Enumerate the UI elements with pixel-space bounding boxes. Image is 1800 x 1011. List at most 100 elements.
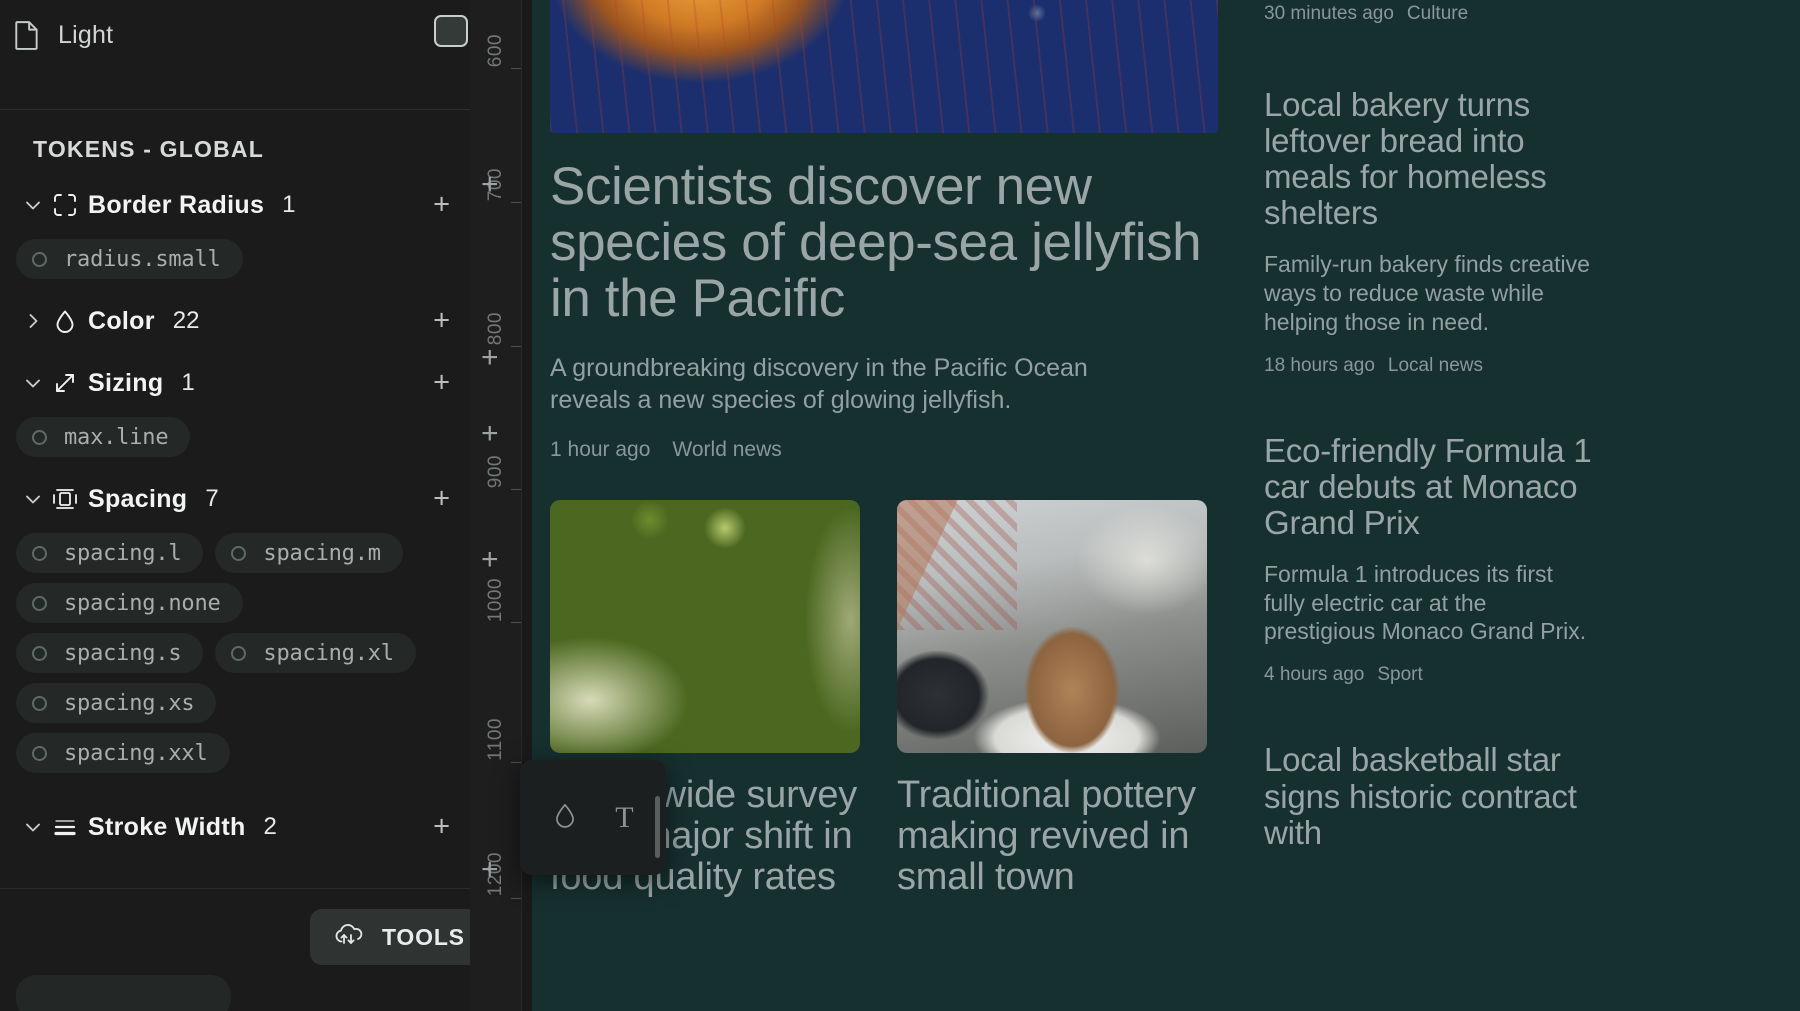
tokens-plugin-panel: Light TOKENS - GLOBAL Border Radius 1 + … xyxy=(0,0,540,1011)
chevron-right-icon[interactable] xyxy=(18,310,48,332)
floating-tool-palette[interactable]: T xyxy=(520,760,666,875)
token-name: radius.small xyxy=(64,246,221,272)
token-group-count: 1 xyxy=(282,191,296,218)
sidebar-category[interactable]: Sport xyxy=(1377,664,1422,686)
border-radius-icon xyxy=(48,192,82,218)
ruler-tick xyxy=(511,68,521,69)
chevron-down-icon[interactable] xyxy=(18,194,48,216)
token-group-header-color[interactable]: Color 22 + xyxy=(0,301,540,341)
token-group-name: Color xyxy=(88,306,155,335)
sidebar-category[interactable]: Culture xyxy=(1407,3,1468,25)
token-dot-icon xyxy=(32,695,47,711)
token-group-stroke-width: Stroke Width 2 + xyxy=(0,807,540,847)
token-group-header-stroke-width[interactable]: Stroke Width 2 + xyxy=(0,807,540,847)
token-chip[interactable]: spacing.xxl xyxy=(16,733,230,773)
token-dot-icon xyxy=(32,429,47,445)
ruler-label: 900 xyxy=(485,455,506,489)
token-group-count: 1 xyxy=(181,369,195,396)
design-canvas[interactable]: Scientists discover new species of deep-… xyxy=(522,0,1800,1011)
app-root: Light TOKENS - GLOBAL Border Radius 1 + … xyxy=(0,0,1800,1011)
cloud-sync-icon xyxy=(332,921,366,954)
color-droplet-icon[interactable] xyxy=(552,801,578,834)
token-dot-icon xyxy=(231,645,247,661)
token-chip[interactable]: max.line xyxy=(16,417,191,457)
token-name: max.line xyxy=(64,424,169,450)
ruler-tick xyxy=(511,202,521,203)
token-chip[interactable]: radius.small xyxy=(16,239,243,279)
lead-meta: 1 hour ago World news xyxy=(550,438,1240,462)
token-chip-list: radius.small xyxy=(0,225,430,279)
sidebar-meta: 30 minutes ago Culture xyxy=(1264,3,1594,25)
jellyfish-hero-image[interactable] xyxy=(550,0,1218,133)
sidebar-headline[interactable]: Local bakery turns leftover bread into m… xyxy=(1264,86,1594,232)
tools-button[interactable]: TOOLS xyxy=(310,909,493,965)
sidebar-meta: 18 hours ago Local news xyxy=(1264,355,1594,377)
sidebar-category[interactable]: Local news xyxy=(1388,355,1483,377)
token-chip-list: spacing.l spacing.m spacing.none spacing… xyxy=(0,519,430,773)
canvas-add-marker[interactable]: + xyxy=(481,545,499,575)
lead-timestamp: 1 hour ago xyxy=(550,437,651,461)
sidebar-summary: Formula 1 introduces its first fully ele… xyxy=(1264,560,1587,645)
token-chip[interactable]: spacing.s xyxy=(16,633,204,673)
palette-scrollbar[interactable] xyxy=(655,796,660,858)
token-group-name: Sizing xyxy=(88,368,164,397)
sidebar-headline[interactable]: Local basketball star signs historic con… xyxy=(1264,742,1594,851)
canvas-add-marker[interactable]: + xyxy=(481,419,499,449)
chevron-down-icon[interactable] xyxy=(18,488,48,510)
ruler-label: 1100 xyxy=(485,718,506,761)
text-tool-icon[interactable]: T xyxy=(615,801,633,835)
document-icon xyxy=(14,20,40,50)
token-name: spacing.xxl xyxy=(64,740,208,766)
document-label: Light xyxy=(58,20,114,49)
sidebar-article[interactable]: Local basketball star signs historic con… xyxy=(1264,742,1594,851)
sidebar-headline[interactable]: Eco-friendly Formula 1 car debuts at Mon… xyxy=(1264,432,1594,542)
chevron-down-icon[interactable] xyxy=(18,816,48,838)
token-chip[interactable]: spacing.none xyxy=(16,583,243,623)
token-group-name: Spacing xyxy=(88,484,188,513)
sidebar-article[interactable]: Shores" wins Best Picture at this year's… xyxy=(1264,0,1594,25)
sidebar-article-column: Shores" wins Best Picture at this year's… xyxy=(1264,0,1594,891)
sidebar-article[interactable]: Eco-friendly Formula 1 car debuts at Mon… xyxy=(1264,432,1594,687)
add-token-button[interactable]: + xyxy=(433,368,450,398)
add-token-button[interactable]: + xyxy=(433,812,450,842)
article-card[interactable]: Traditional pottery making revived in sm… xyxy=(897,499,1207,898)
token-dot-icon xyxy=(231,545,247,561)
token-chip[interactable]: spacing.xs xyxy=(16,683,217,723)
token-name: spacing.none xyxy=(64,590,221,616)
chevron-down-icon[interactable] xyxy=(18,372,48,394)
token-group-header-spacing[interactable]: Spacing 7 + xyxy=(0,479,540,519)
token-group-border-radius: Border Radius 1 + radius.small xyxy=(0,185,540,279)
canvas-add-marker[interactable]: + xyxy=(481,170,499,200)
token-chip-partial[interactable] xyxy=(16,975,231,1011)
token-chip[interactable]: spacing.xl xyxy=(215,633,416,673)
token-group-sizing: Sizing 1 + max.line xyxy=(0,363,540,457)
canvas-add-marker[interactable]: + xyxy=(481,343,499,373)
card-headline[interactable]: Traditional pottery making revived in sm… xyxy=(897,774,1207,898)
token-chip-list: max.line xyxy=(0,403,430,457)
token-group-name: Stroke Width xyxy=(88,812,246,841)
tools-button-label: TOOLS xyxy=(382,923,465,950)
token-name: spacing.xs xyxy=(64,690,195,716)
token-chip[interactable]: spacing.m xyxy=(215,533,403,573)
token-name: spacing.s xyxy=(64,640,182,666)
stroke-width-icon xyxy=(48,815,82,839)
token-group-header-border-radius[interactable]: Border Radius 1 + xyxy=(0,185,540,225)
pasta-salad-image[interactable] xyxy=(550,499,860,753)
canvas-add-marker[interactable]: + xyxy=(481,855,499,885)
add-token-button[interactable]: + xyxy=(433,306,450,336)
token-group-header-sizing[interactable]: Sizing 1 + xyxy=(0,363,540,403)
pottery-workshop-image[interactable] xyxy=(897,499,1207,753)
sidebar-article[interactable]: Local bakery turns leftover bread into m… xyxy=(1264,86,1594,377)
lead-headline[interactable]: Scientists discover new species of deep-… xyxy=(550,158,1210,328)
news-app-frame[interactable]: Scientists discover new species of deep-… xyxy=(532,0,1800,1011)
add-token-button[interactable]: + xyxy=(433,484,450,514)
add-token-button[interactable]: + xyxy=(433,190,450,220)
token-name: spacing.xl xyxy=(263,640,394,666)
lead-category[interactable]: World news xyxy=(672,438,781,462)
token-chip[interactable]: spacing.l xyxy=(16,533,204,573)
token-group-spacing: Spacing 7 + spacing.l spacing.m spacing.… xyxy=(0,479,540,773)
theme-swatch-toggle[interactable] xyxy=(434,15,468,47)
ruler-tick xyxy=(511,898,521,899)
ruler-label: 600 xyxy=(485,34,506,68)
token-group-count: 7 xyxy=(205,485,219,512)
